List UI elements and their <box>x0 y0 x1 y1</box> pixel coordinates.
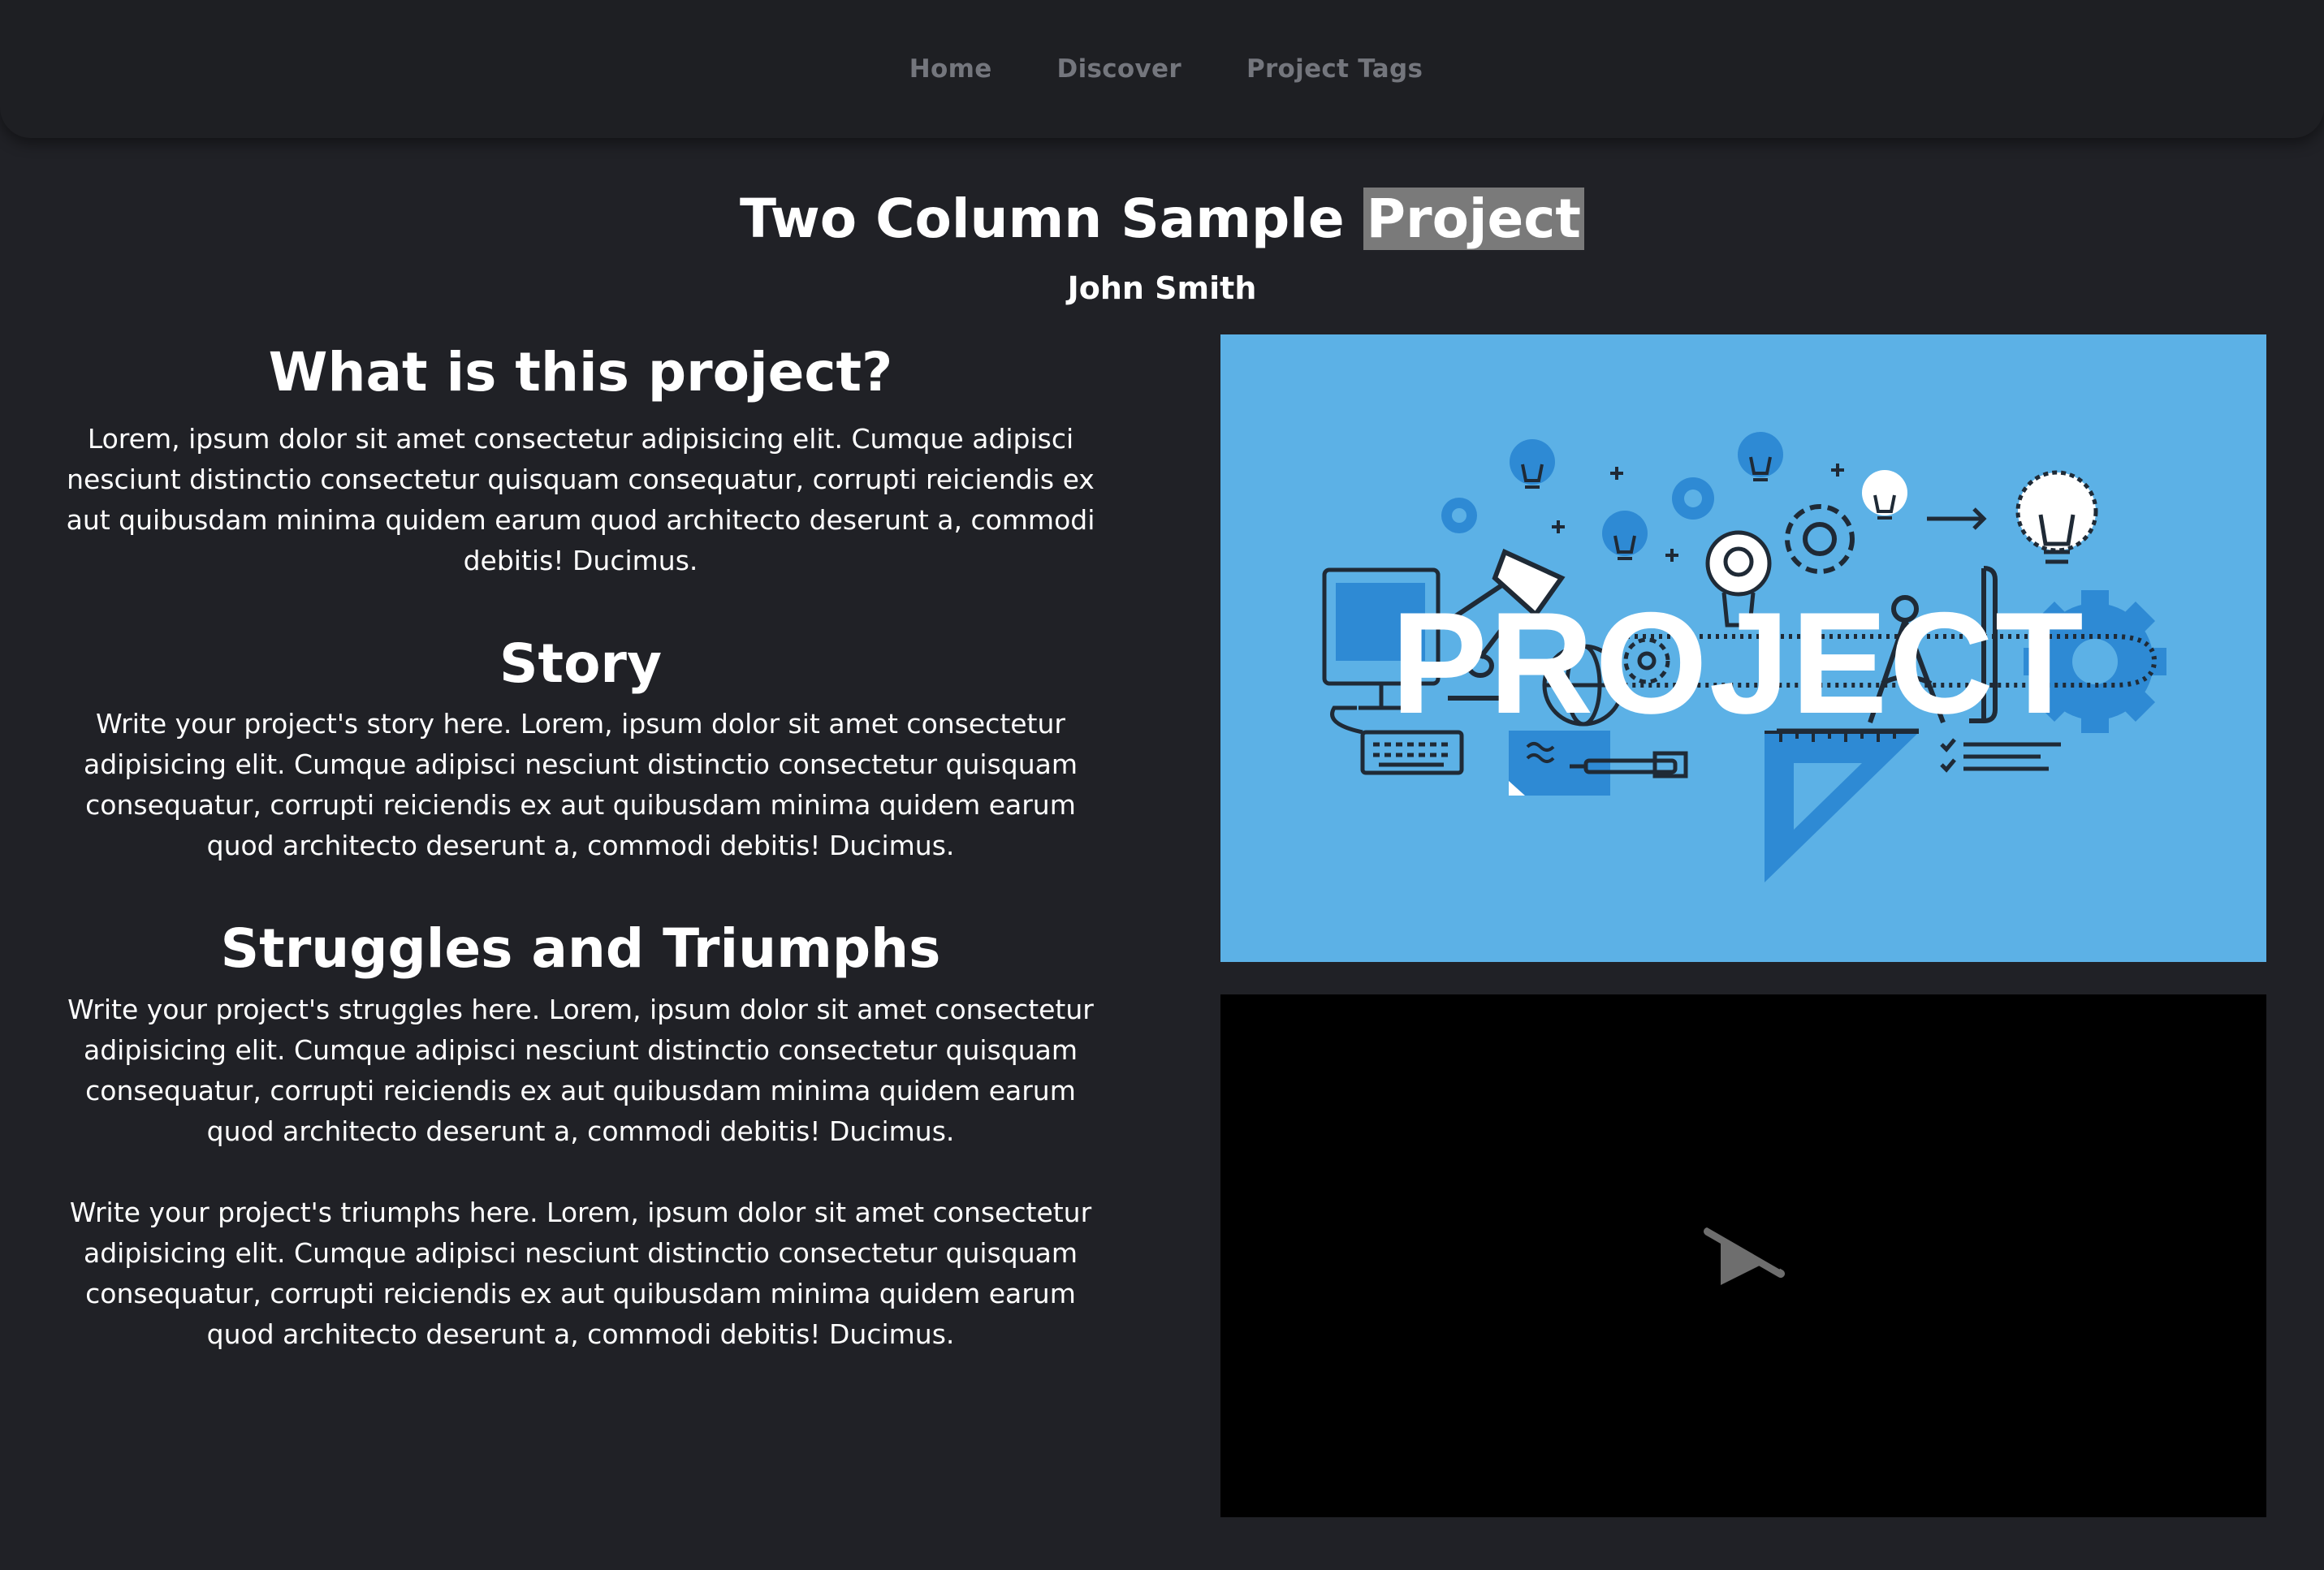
project-media-column: PROJECT <box>1220 334 2266 1517</box>
nav-link-home[interactable]: Home <box>909 54 992 84</box>
section-heading-about: What is this project? <box>268 341 893 403</box>
section-heading-struggles: Struggles and Triumphs <box>220 917 941 981</box>
section-paragraph-triumphs: Write your project's triumphs here. Lore… <box>69 1196 1092 1350</box>
project-text-column: What is this project? Lorem, ipsum dolor… <box>57 329 1104 1355</box>
nav-link-discover[interactable]: Discover <box>1057 54 1181 84</box>
section-paragraph-story: Write your project's story here. Lorem, … <box>84 708 1078 862</box>
play-disabled-icon[interactable] <box>1701 1220 1786 1292</box>
nav-links: Home Discover Project Tags <box>909 54 1423 84</box>
top-navbar: Home Discover Project Tags <box>0 0 2324 138</box>
page-title: Two Column Sample Project <box>0 183 2324 256</box>
page-title-main: Two Column Sample <box>740 188 1363 250</box>
section-paragraph-about: Lorem, ipsum dolor sit amet consectetur … <box>66 423 1095 577</box>
author-name: John Smith <box>1067 270 1257 306</box>
section-paragraph-struggles: Write your project's struggles here. Lor… <box>67 993 1094 1147</box>
project-illustration: PROJECT <box>1220 334 2266 962</box>
project-word: PROJECT <box>1391 582 2085 744</box>
section-heading-story: Story <box>499 632 662 696</box>
video-player[interactable] <box>1220 994 2266 1517</box>
page-title-highlighted: Project <box>1363 188 1584 250</box>
nav-link-project-tags[interactable]: Project Tags <box>1246 54 1423 84</box>
